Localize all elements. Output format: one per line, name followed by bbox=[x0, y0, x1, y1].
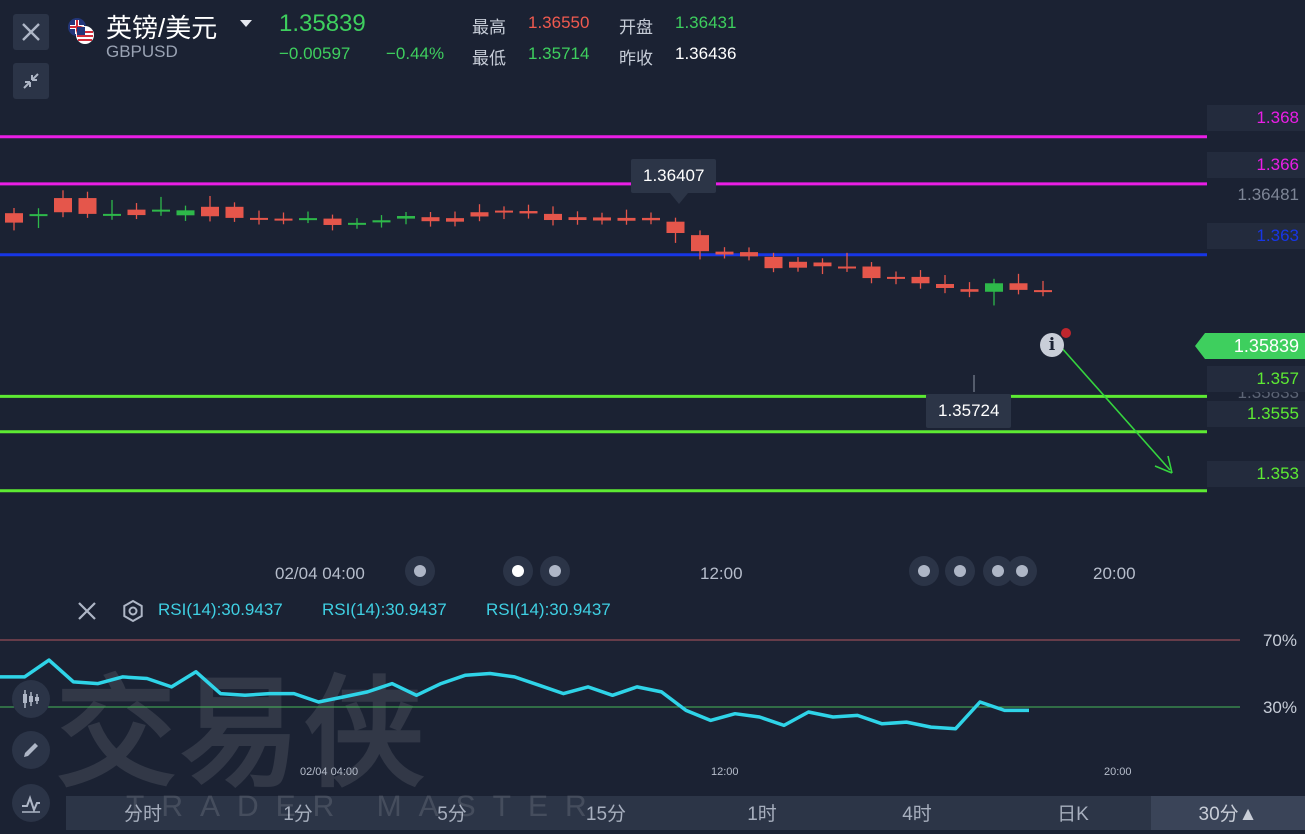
candle bbox=[740, 247, 758, 261]
candle bbox=[1034, 280, 1052, 297]
candle bbox=[446, 211, 464, 227]
current-price-value: 1.35839 bbox=[1233, 336, 1299, 356]
level-tag-1366: 1.366 bbox=[1207, 152, 1305, 178]
rsi-series-line bbox=[0, 658, 1029, 731]
candlestick-chart[interactable] bbox=[0, 0, 1305, 540]
candle bbox=[372, 215, 391, 228]
candle bbox=[299, 211, 317, 224]
tab-1hour[interactable]: 1时 bbox=[712, 796, 812, 830]
candle bbox=[1009, 273, 1028, 295]
projection-arrow bbox=[1059, 345, 1173, 474]
candle bbox=[544, 206, 562, 226]
time-label-0400: 02/04 04:00 bbox=[275, 564, 365, 583]
tab-daily[interactable]: 日K bbox=[1023, 796, 1123, 830]
candle bbox=[862, 262, 881, 284]
marker-dot[interactable] bbox=[1007, 556, 1037, 586]
high-tooltip-pointer bbox=[670, 193, 688, 204]
rsi-time-0400: 02/04 04:00 bbox=[300, 766, 359, 778]
watermark-subtitle: TRADER MASTER bbox=[126, 790, 604, 823]
indicator-button[interactable] bbox=[12, 784, 50, 822]
level-tag-1357: 1.357 bbox=[1207, 366, 1305, 392]
low-tooltip-value: 1.35724 bbox=[938, 401, 1000, 420]
candle bbox=[715, 247, 734, 259]
rsi-time-2000: 20:00 bbox=[1104, 766, 1132, 778]
candle bbox=[274, 212, 293, 225]
line-chart-icon bbox=[22, 795, 40, 813]
candle bbox=[887, 271, 905, 285]
candle bbox=[813, 258, 832, 275]
level-tag-1353: 1.353 bbox=[1207, 461, 1305, 487]
alert-dot-icon bbox=[1061, 328, 1071, 338]
candle bbox=[5, 208, 23, 231]
candle bbox=[127, 203, 146, 220]
current-price-tag: 1.35839 bbox=[1195, 332, 1305, 360]
candle bbox=[936, 275, 954, 294]
candle bbox=[348, 218, 366, 229]
high-tooltip-value: 1.36407 bbox=[643, 166, 705, 185]
candle bbox=[666, 217, 685, 243]
candle bbox=[250, 210, 268, 225]
rsi-level-30: 30% bbox=[1262, 698, 1297, 717]
info-icon[interactable]: i bbox=[1040, 333, 1064, 357]
time-label-2000: 20:00 bbox=[1093, 564, 1136, 583]
rsi-level-70: 70% bbox=[1262, 631, 1297, 650]
low-tooltip: 1.35724 bbox=[926, 394, 1012, 428]
tab-30min[interactable]: 30分▲ bbox=[1151, 796, 1305, 830]
tab-4hour[interactable]: 4时 bbox=[867, 796, 967, 830]
candle bbox=[470, 204, 489, 222]
candle bbox=[176, 205, 195, 221]
high-tooltip: 1.36407 bbox=[631, 159, 717, 193]
candle bbox=[323, 214, 342, 231]
marker-dot-selected[interactable] bbox=[503, 556, 533, 586]
rsi-chart[interactable] bbox=[0, 620, 1305, 780]
candle bbox=[568, 211, 587, 225]
level-tag-1363: 1.363 bbox=[1207, 223, 1305, 249]
candle bbox=[495, 206, 513, 220]
candle bbox=[642, 212, 660, 225]
candle bbox=[29, 208, 48, 229]
candlestick-icon bbox=[23, 690, 39, 708]
pencil-icon bbox=[24, 743, 38, 757]
candle bbox=[593, 212, 611, 225]
level-tag-13555: 1.3555 bbox=[1207, 401, 1305, 427]
candle bbox=[985, 278, 1003, 306]
candle bbox=[519, 204, 538, 219]
chart-type-button[interactable] bbox=[12, 680, 50, 718]
time-label-1200: 12:00 bbox=[700, 564, 743, 583]
marker-dot[interactable] bbox=[909, 556, 939, 586]
axis-price-label: 1.36481 bbox=[1237, 185, 1299, 204]
marker-dot[interactable] bbox=[945, 556, 975, 586]
candle bbox=[617, 209, 636, 225]
candle bbox=[54, 190, 72, 218]
candle bbox=[421, 212, 440, 227]
candle bbox=[911, 270, 930, 289]
level-tag-1368: 1.368 bbox=[1207, 105, 1305, 131]
candle bbox=[789, 257, 807, 272]
marker-dot[interactable] bbox=[405, 556, 435, 586]
marker-dot[interactable] bbox=[540, 556, 570, 586]
candle bbox=[103, 199, 121, 220]
candle bbox=[225, 202, 244, 222]
rsi-time-1200: 12:00 bbox=[711, 766, 739, 778]
draw-button[interactable] bbox=[12, 731, 50, 769]
candle bbox=[201, 195, 219, 222]
rsi-label-3: RSI(14):30.9437 bbox=[486, 600, 611, 619]
candle bbox=[960, 282, 979, 298]
rsi-label-2: RSI(14):30.9437 bbox=[322, 600, 447, 619]
rsi-label-1: RSI(14):30.9437 bbox=[158, 600, 283, 619]
candle bbox=[78, 191, 97, 218]
rsi-close-icon[interactable] bbox=[76, 600, 98, 622]
candle bbox=[397, 212, 415, 225]
candle bbox=[152, 196, 170, 216]
